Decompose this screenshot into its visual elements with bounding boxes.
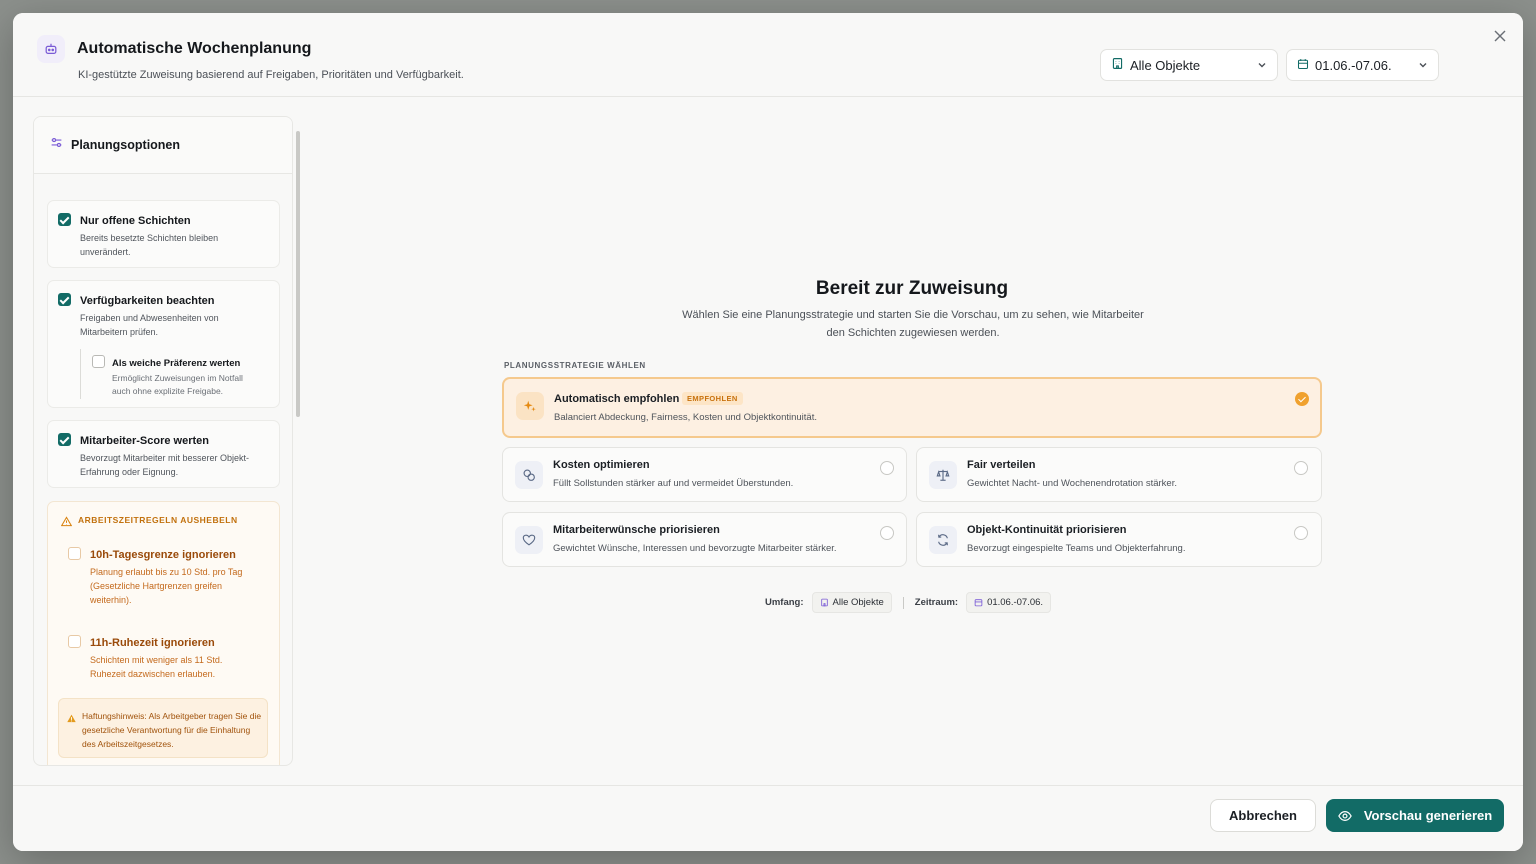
calendar-icon — [974, 599, 983, 607]
strategy-radio[interactable] — [1294, 526, 1308, 540]
strategy-radio[interactable] — [880, 526, 894, 540]
strategy-fair-distribute[interactable]: Fair verteilen Gewichtet Nacht- und Woch… — [916, 447, 1322, 502]
option-employee-score[interactable]: Mitarbeiter-Score werten Bevorzugt Mitar… — [47, 420, 280, 488]
auto-planning-dialog: Automatische Wochenplanung KI-gestützte … — [13, 13, 1523, 851]
ignore-11h-rest-description: Schichten mit weniger als 11 Std. Ruheze… — [90, 655, 223, 679]
period-chip: 01.06.-07.06. — [966, 592, 1052, 613]
strategy-object-continuity[interactable]: Objekt-Kontinuität priorisieren Bevorzug… — [916, 512, 1322, 567]
dialog-footer: Abbrechen Vorschau generieren — [13, 785, 1523, 851]
strategy-title: Automatisch empfohlen — [554, 393, 680, 405]
cancel-button[interactable]: Abbrechen — [1210, 799, 1316, 832]
planning-options-header: Planungsoptionen — [34, 117, 292, 174]
open-shifts-checkbox[interactable] — [58, 213, 71, 226]
strategy-description: Gewichtet Wünsche, Interessen und bevorz… — [553, 543, 837, 554]
calendar-icon — [1297, 58, 1309, 73]
building-icon — [820, 598, 828, 607]
liability-text: Haftungshinweis: Als Arbeitgeber tragen … — [82, 711, 262, 749]
dialog-title: Automatische Wochenplanung — [77, 40, 312, 57]
ignore-11h-rest-title: 11h-Ruhezeit ignorieren — [90, 637, 215, 649]
date-range-value: 01.06.-07.06. — [1315, 57, 1392, 73]
ignore-10h-limit-title: 10h-Tagesgrenze ignorieren — [90, 549, 236, 561]
scope-summary: Umfang: Alle Objekte Zeitraum: 01.06.-07… — [765, 592, 1052, 613]
warning-heading: ARBEITSZEITREGELN AUSHEBELN — [78, 515, 238, 525]
sidebar-scrollbar[interactable] — [296, 131, 300, 417]
strategy-title: Kosten optimieren — [553, 459, 650, 471]
dialog-header: Automatische Wochenplanung KI-gestützte … — [13, 13, 1523, 97]
option-description: Freigaben und Abwesenheiten von Mitarbei… — [80, 313, 219, 337]
objects-select[interactable]: Alle Objekte — [1100, 49, 1278, 81]
strategy-description: Gewichtet Nacht- und Wochenendrotation s… — [967, 478, 1177, 489]
recommended-badge: EMPFOHLEN — [682, 392, 743, 405]
soft-preference-suboption: Als weiche Präferenz werten Ermöglicht Z… — [80, 349, 260, 399]
generate-preview-button[interactable]: Vorschau generieren — [1326, 799, 1504, 832]
dialog-subtitle: KI-gestützte Zuweisung basierend auf Fre… — [78, 69, 464, 81]
eye-icon — [1337, 810, 1352, 821]
employee-score-checkbox[interactable] — [58, 433, 71, 446]
planning-options-panel: Planungsoptionen Nur offene Schichten Be… — [33, 116, 293, 766]
strategy-title: Objekt-Kontinuität priorisieren — [967, 524, 1127, 536]
sliders-icon — [50, 136, 63, 154]
option-open-shifts[interactable]: Nur offene Schichten Bereits besetzte Sc… — [47, 200, 280, 268]
option-title: Nur offene Schichten — [80, 215, 191, 227]
strategy-radio[interactable] — [1294, 461, 1308, 475]
ignore-11h-rest-checkbox[interactable] — [68, 635, 81, 648]
suboption-title: Als weiche Präferenz werten — [112, 358, 241, 369]
suboption-description: Ermöglicht Zuweisungen im Notfall auch o… — [112, 373, 243, 396]
main-title: Bereit zur Zuweisung — [815, 278, 1009, 299]
objects-select-value: Alle Objekte — [1130, 57, 1201, 73]
strategy-section-label: PLANUNGSSTRATEGIE WÄHLEN — [504, 361, 646, 370]
strategy-radio-selected[interactable] — [1295, 392, 1309, 406]
divider — [902, 596, 904, 609]
coins-icon — [515, 461, 543, 489]
option-description: Bevorzugt Mitarbeiter mit besserer Objek… — [80, 453, 250, 477]
liability-notice: Haftungshinweis: Als Arbeitgeber tragen … — [58, 698, 268, 758]
strategy-title: Mitarbeiterwünsche priorisieren — [553, 524, 720, 536]
working-time-override-section: ARBEITSZEITREGELN AUSHEBELN 10h-Tagesgre… — [47, 501, 280, 765]
close-icon[interactable] — [1491, 27, 1509, 45]
period-value: 01.06.-07.06. — [987, 597, 1044, 608]
refresh-icon — [929, 526, 957, 554]
strategy-title: Fair verteilen — [967, 459, 1036, 471]
sparkles-icon — [516, 392, 544, 420]
strategy-description: Bevorzugt eingespielte Teams und Objekte… — [967, 543, 1186, 554]
ignore-10h-limit-description: Planung erlaubt bis zu 10 Std. pro Tag (… — [90, 567, 243, 605]
ignore-10h-limit-checkbox[interactable] — [68, 547, 81, 560]
warning-triangle-icon — [67, 710, 76, 728]
strategy-auto-recommended[interactable]: Automatisch empfohlen EMPFOHLEN Balancie… — [502, 377, 1322, 438]
planning-options-title: Planungsoptionen — [71, 138, 181, 152]
building-icon — [1111, 57, 1124, 73]
main-description: Wählen Sie eine Planungsstrategie und st… — [682, 309, 1144, 339]
strategy-employee-wishes[interactable]: Mitarbeiterwünsche priorisieren Gewichte… — [502, 512, 907, 567]
strategy-radio[interactable] — [880, 461, 894, 475]
strategy-description: Balanciert Abdeckung, Fairness, Kosten u… — [554, 412, 817, 423]
scope-label: Umfang: — [765, 597, 804, 608]
option-description: Bereits besetzte Schichten bleiben unver… — [80, 233, 219, 257]
generate-preview-label: Vorschau generieren — [1363, 808, 1493, 823]
heart-icon — [515, 526, 543, 554]
date-range-select[interactable]: 01.06.-07.06. — [1286, 49, 1439, 81]
warning-triangle-icon — [60, 514, 73, 532]
scope-chip: Alle Objekte — [811, 592, 892, 613]
soft-preference-checkbox[interactable] — [92, 355, 105, 368]
strategy-description: Füllt Sollstunden stärker auf und vermei… — [553, 478, 794, 489]
chevron-down-icon — [1257, 58, 1267, 73]
chevron-down-icon — [1418, 58, 1428, 73]
option-title: Mitarbeiter-Score werten — [80, 435, 209, 447]
scale-icon — [929, 461, 957, 489]
strategy-cost-optimize[interactable]: Kosten optimieren Füllt Sollstunden stär… — [502, 447, 907, 502]
robot-icon — [37, 35, 65, 63]
period-label: Zeitraum: — [914, 597, 959, 608]
scope-value: Alle Objekte — [832, 597, 884, 608]
